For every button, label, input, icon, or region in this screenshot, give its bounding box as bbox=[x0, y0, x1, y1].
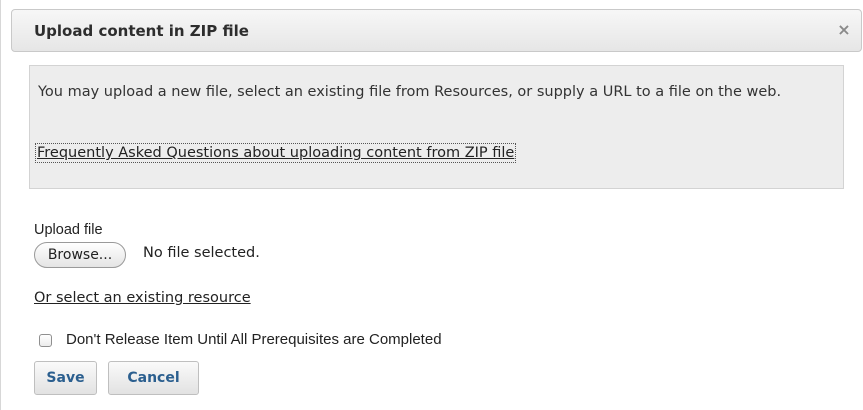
file-status-text: No file selected. bbox=[143, 245, 260, 261]
prerequisite-checkbox-label: Don't Release Item Until All Prerequisit… bbox=[66, 331, 442, 348]
upload-zip-dialog: Upload content in ZIP file × You may upl… bbox=[0, 0, 863, 410]
close-icon[interactable]: × bbox=[835, 21, 853, 39]
info-panel: You may upload a new file, select an exi… bbox=[29, 65, 844, 189]
faq-link[interactable]: Frequently Asked Questions about uploadi… bbox=[34, 143, 517, 163]
prerequisite-checkbox[interactable] bbox=[39, 334, 52, 347]
upload-file-label: Upload file bbox=[34, 222, 103, 238]
save-button[interactable]: Save bbox=[34, 361, 97, 395]
cancel-button[interactable]: Cancel bbox=[108, 361, 199, 395]
browse-button[interactable]: Browse... bbox=[34, 242, 126, 268]
info-text: You may upload a new file, select an exi… bbox=[38, 84, 782, 100]
dialog-title: Upload content in ZIP file bbox=[34, 22, 249, 40]
select-existing-resource-link[interactable]: Or select an existing resource bbox=[34, 290, 251, 306]
dialog-titlebar: Upload content in ZIP file × bbox=[11, 9, 862, 52]
